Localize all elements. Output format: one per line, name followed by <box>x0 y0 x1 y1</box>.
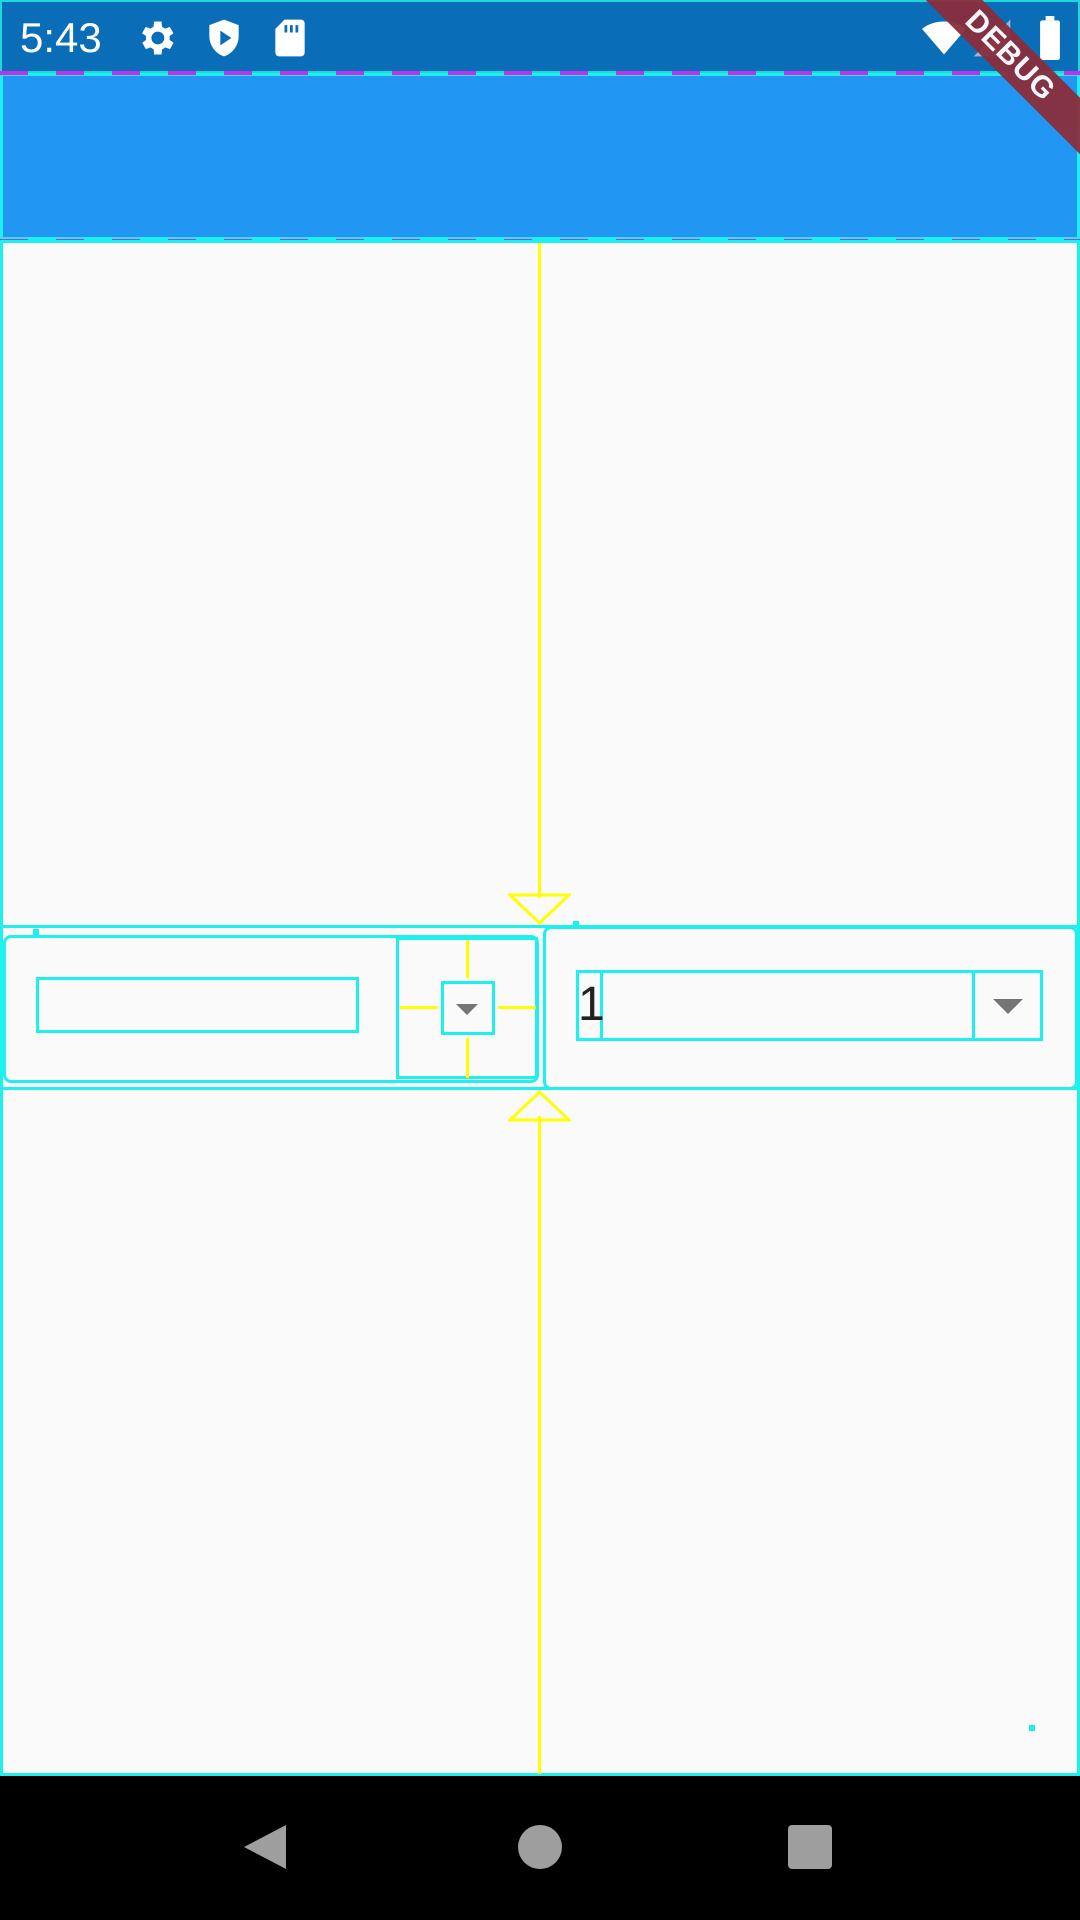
left-dropdown-field[interactable] <box>36 977 359 1033</box>
home-icon[interactable] <box>516 1823 564 1871</box>
gear-icon <box>134 16 178 60</box>
debug-dot <box>573 921 579 927</box>
chevron-down-icon[interactable] <box>993 999 1023 1014</box>
battery-icon <box>1030 16 1070 60</box>
guide-arrow-down-icon <box>508 893 571 925</box>
layout-guide-bottom <box>538 1116 541 1774</box>
status-time: 5:43 <box>20 14 102 61</box>
sd-card-icon <box>268 16 312 60</box>
back-icon[interactable] <box>242 1823 290 1871</box>
status-bar: 5:43 <box>0 0 1080 73</box>
right-dropdown-divider <box>972 970 975 1041</box>
signal-icon <box>970 16 1014 60</box>
layout-guide-top <box>538 243 541 898</box>
debug-dot <box>33 929 39 935</box>
baseline-guide-top <box>0 71 1080 75</box>
guide-line <box>498 1006 536 1009</box>
shield-play-icon <box>202 16 246 60</box>
guide-arrow-up-icon <box>508 1090 571 1122</box>
right-dropdown-value: 1 <box>578 978 605 1031</box>
chevron-down-icon <box>456 1004 478 1015</box>
guide-line <box>400 1006 438 1009</box>
debug-dot <box>1029 1725 1035 1731</box>
guide-line <box>466 940 469 978</box>
recents-icon[interactable] <box>786 1823 834 1871</box>
app-bar <box>0 73 1080 240</box>
guide-line <box>466 1038 469 1078</box>
wifi-icon <box>922 16 966 60</box>
